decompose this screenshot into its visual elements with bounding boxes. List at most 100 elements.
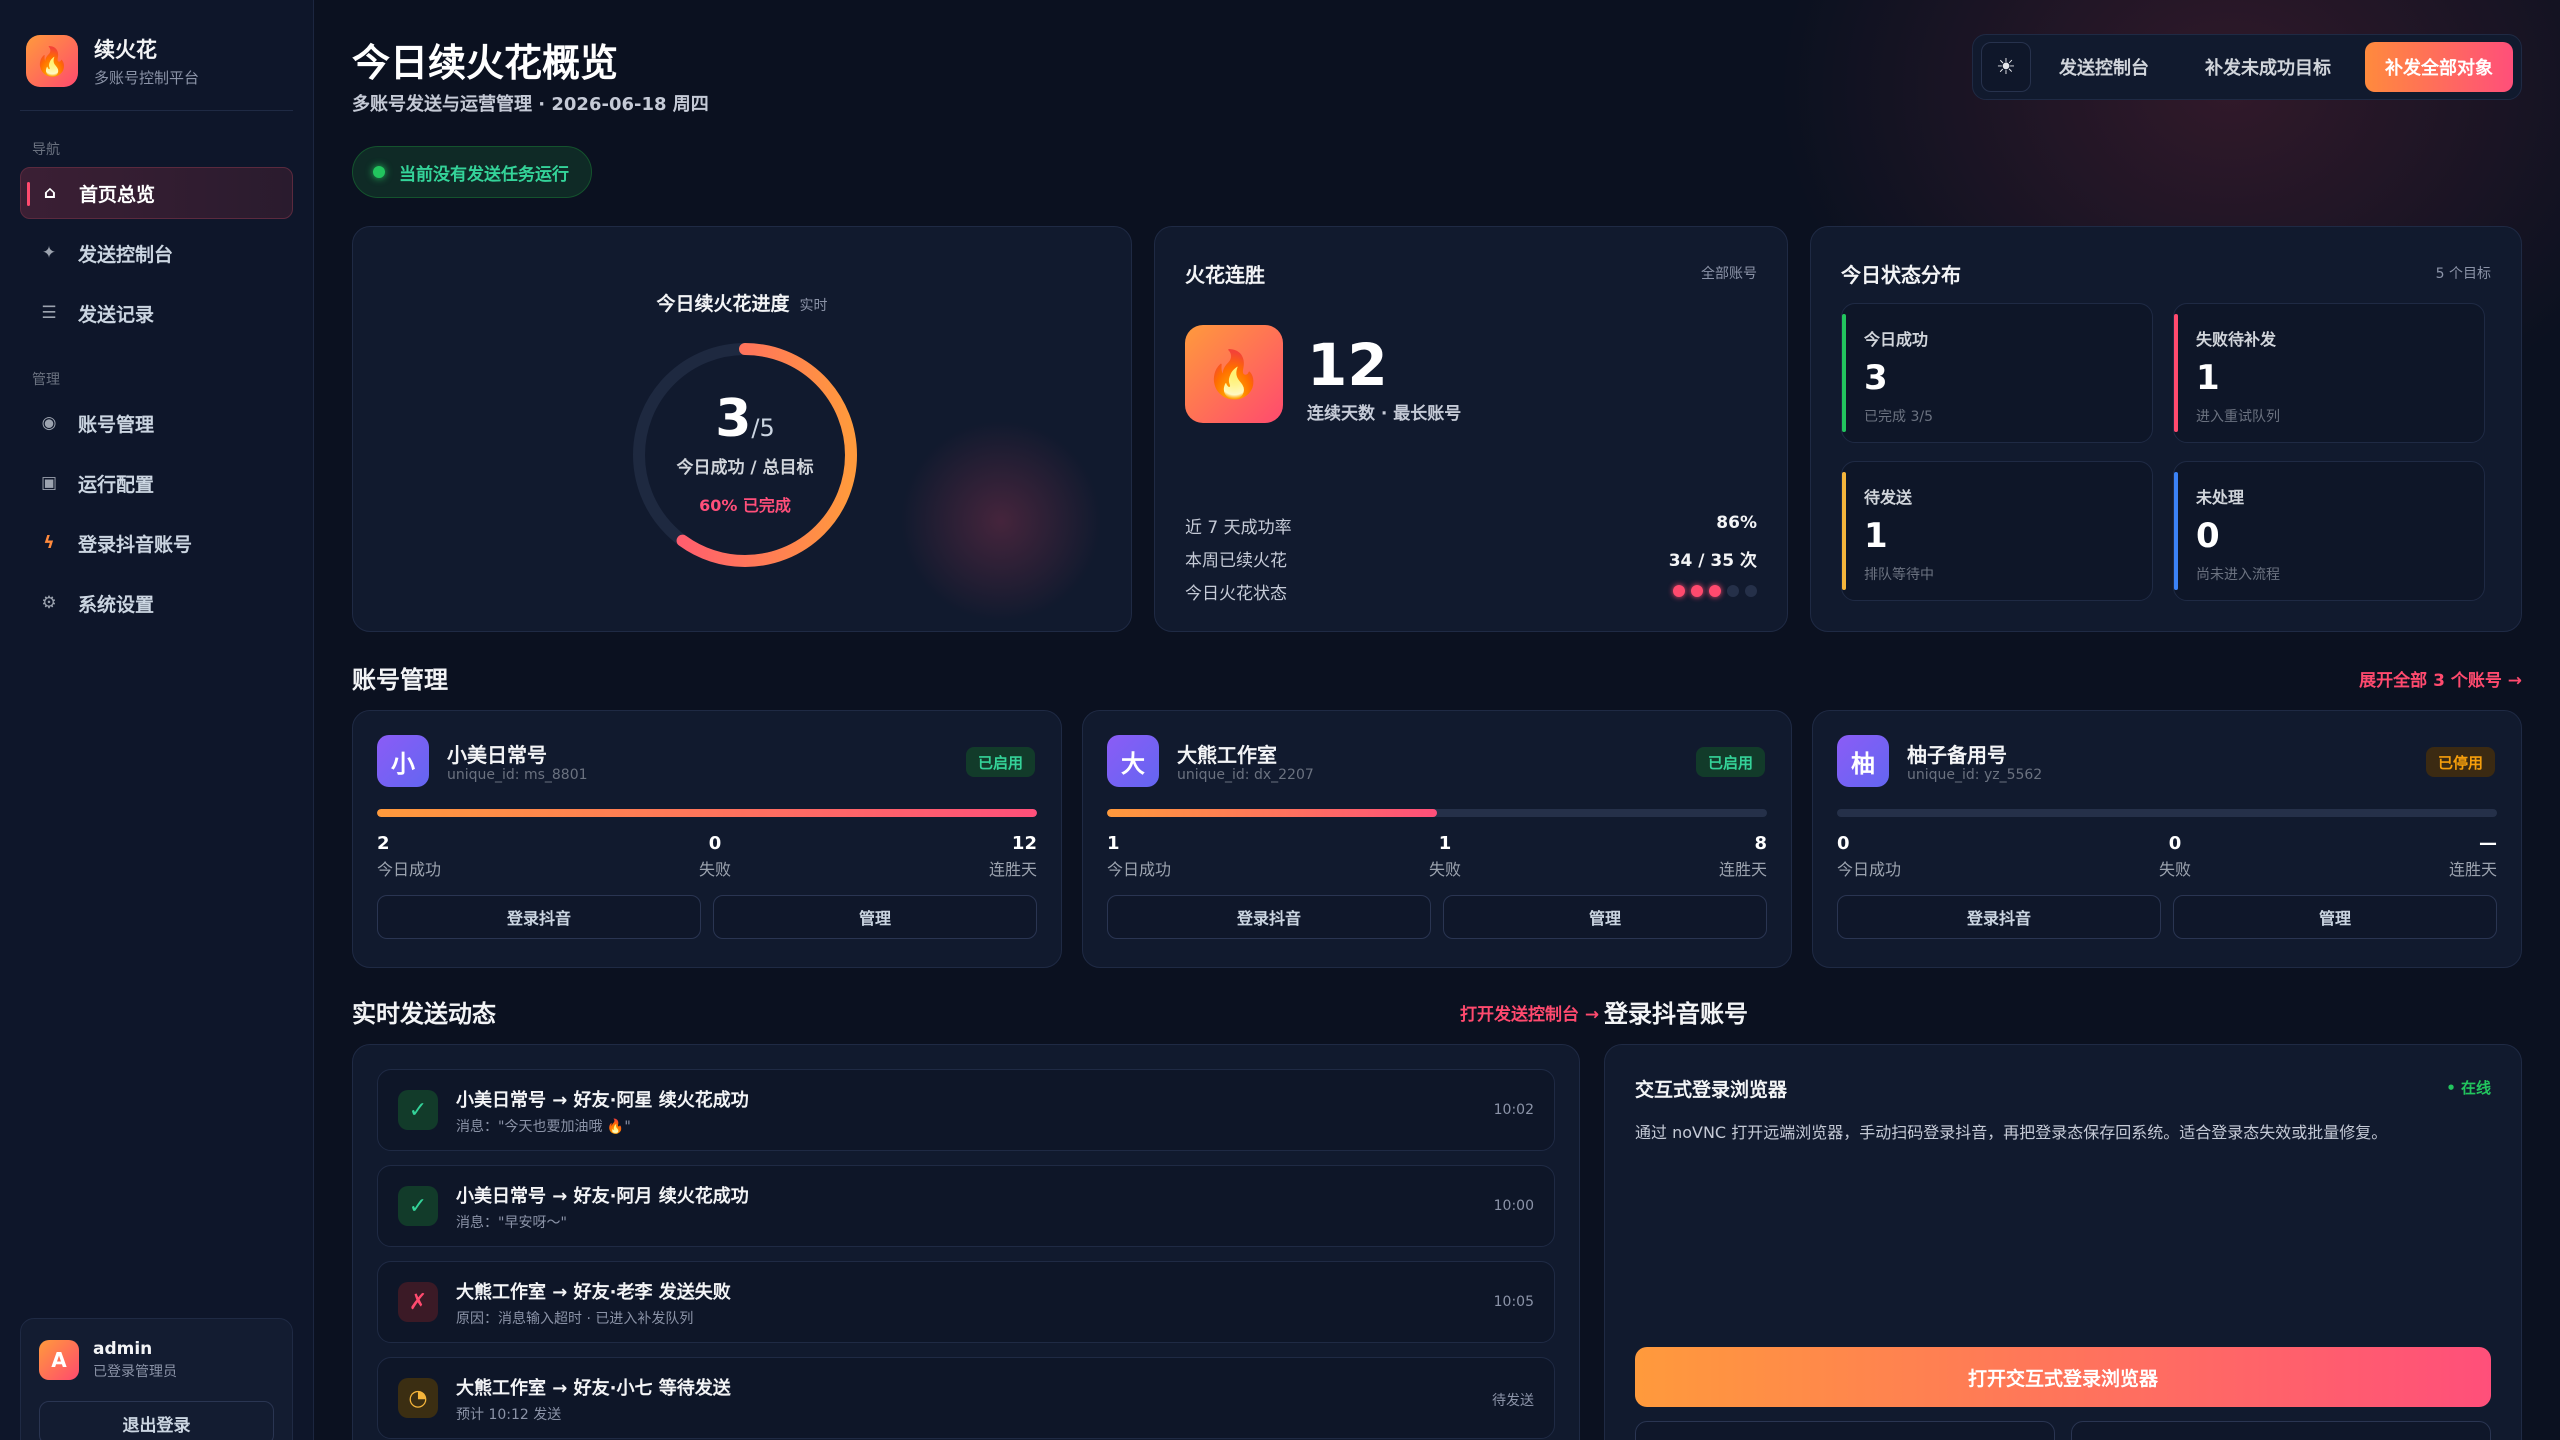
stat-row-week-count: 本周已续火花 34 / 35 次 xyxy=(1185,546,1757,571)
login-browser-card: 交互式登录浏览器 • 在线 通过 noVNC 打开远端浏览器，手动扫码登录抖音，… xyxy=(1604,1044,2522,1440)
stat-value: 34 / 35 次 xyxy=(1668,551,1757,571)
sidebar-item-config[interactable]: ▣ 运行配置 xyxy=(20,457,293,509)
streak-card: 火花连胜 全部账号 🔥 12 连续天数 · 最长账号 近 7 天成功率 86% … xyxy=(1154,226,1788,632)
tile-label: 待发送 xyxy=(1864,488,1913,507)
flame-status-dot xyxy=(1691,585,1703,597)
secondary-buttons xyxy=(1635,1421,2491,1440)
streak-label: 连续天数 · 最长账号 xyxy=(1307,404,1462,424)
online-status: • 在线 xyxy=(2446,1079,2491,1097)
user-name: admin xyxy=(93,1339,153,1359)
login-douyin-button[interactable]: 登录抖音 xyxy=(377,895,701,939)
activity-feed: ✓ 小美日常号 → 好友·阿星 续火花成功 消息："今天也要加油哦 🔥" 10:… xyxy=(352,1044,1580,1440)
brand[interactable]: 🔥 续火花 多账号控制平台 xyxy=(0,0,313,88)
progress-title: 今日续火花进度 实时 xyxy=(353,289,1131,316)
success-count: 1 xyxy=(1107,833,1120,854)
streak-days: 12 xyxy=(1307,331,1388,399)
streak-label: 连胜天 xyxy=(988,860,1037,879)
login-douyin-button[interactable]: 登录抖音 xyxy=(1837,895,2161,939)
open-login-browser-button[interactable]: 打开交互式登录浏览器 xyxy=(1635,1347,2491,1407)
login-section-title: 登录抖音账号 xyxy=(1604,1000,1748,1028)
tile-sub: 已完成 3/5 xyxy=(1864,409,1933,425)
status-badge: 已停用 xyxy=(2425,747,2495,777)
status-tile-success[interactable]: 今日成功 3 已完成 3/5 xyxy=(1841,303,2153,443)
avatar: A xyxy=(39,1340,79,1380)
account-name: 小美日常号 xyxy=(447,743,547,767)
cross-icon: ✗ xyxy=(398,1282,438,1322)
manage-section-label: 管理 xyxy=(32,372,60,388)
progress-value: 3/5 xyxy=(625,389,865,449)
manage-button[interactable]: 管理 xyxy=(1443,895,1767,939)
open-console-link[interactable]: 打开发送控制台 → xyxy=(1460,1000,1599,1025)
toolbar: ☀ 发送控制台 补发未成功目标 补发全部对象 xyxy=(1972,34,2522,100)
send-console-button[interactable]: 发送控制台 xyxy=(2031,42,2177,92)
user-role: 已登录管理员 xyxy=(93,1364,177,1380)
theme-toggle-sun-icon[interactable]: ☀ xyxy=(1981,42,2031,92)
stat-label: 今日火花状态 xyxy=(1185,584,1287,604)
sidebar-item-console[interactable]: ✦ 发送控制台 xyxy=(20,227,293,279)
retry-failed-button[interactable]: 补发未成功目标 xyxy=(2177,42,2359,92)
sidebar-item-label: 发送记录 xyxy=(78,303,155,326)
login-douyin-button[interactable]: 登录抖音 xyxy=(1107,895,1431,939)
list-item[interactable]: ✓ 小美日常号 → 好友·阿月 续火花成功 消息："早安呀～" 10:00 xyxy=(377,1165,1555,1247)
flame-icon: 🔥 xyxy=(1185,325,1283,423)
brand-name: 续火花 xyxy=(94,38,157,62)
manage-button[interactable]: 管理 xyxy=(713,895,1037,939)
user-dot-icon: ◉ xyxy=(41,413,57,433)
progress-percent-value: 60% xyxy=(699,496,738,515)
retry-all-button[interactable]: 补发全部对象 xyxy=(2365,42,2513,92)
sidebar-item-label: 登录抖音账号 xyxy=(78,533,193,556)
home-icon: ⌂ xyxy=(43,183,57,203)
sidebar-item-label: 系统设置 xyxy=(78,593,155,616)
secondary-button[interactable] xyxy=(2071,1421,2491,1440)
status-tile-pending[interactable]: 待发送 1 排队等待中 xyxy=(1841,461,2153,601)
manage-button[interactable]: 管理 xyxy=(2173,895,2497,939)
fail-label: 失败 xyxy=(1428,860,1461,879)
account-progress-bar xyxy=(1107,809,1767,817)
account-card: 柚 柚子备用号 unique_id: yz_5562 已停用 0 今日成功 0 失败… xyxy=(1812,710,2522,968)
progress-title-text: 今日续火花进度 xyxy=(656,293,790,315)
config-icon: ▣ xyxy=(40,473,58,493)
sparkle-icon: ✦ xyxy=(41,243,57,263)
account-stats: 1 今日成功 1 失败 8 连胜天 xyxy=(1107,833,1767,880)
sidebar-item-home[interactable]: ⌂ 首页总览 xyxy=(20,167,293,219)
status-badge: 已启用 xyxy=(1695,747,1765,777)
status-tile-failed[interactable]: 失败待补发 1 进入重试队列 xyxy=(2173,303,2485,443)
tile-value: 1 xyxy=(2196,358,2220,398)
progress-fill xyxy=(377,809,1037,817)
list-item[interactable]: ✓ 小美日常号 → 好友·阿星 续火花成功 消息："今天也要加油哦 🔥" 10:… xyxy=(377,1069,1555,1151)
tile-sub: 尚未进入流程 xyxy=(2196,567,2280,583)
list-item[interactable]: ◔ 大熊工作室 → 好友·小七 等待发送 预计 10:12 发送 待发送 xyxy=(377,1357,1555,1439)
status-tile-unprocessed[interactable]: 未处理 0 尚未进入流程 xyxy=(2173,461,2485,601)
sidebar-item-label: 发送控制台 xyxy=(78,243,174,266)
distribution-count: 5 个目标 xyxy=(2435,266,2491,282)
brand-subtitle: 多账号控制平台 xyxy=(94,69,200,87)
account-name: 大熊工作室 xyxy=(1177,743,1277,767)
list-item[interactable]: ✗ 大熊工作室 → 好友·老李 发送失败 原因：消息输入超时 · 已进入补发队列… xyxy=(377,1261,1555,1343)
account-uid: unique_id: yz_5562 xyxy=(1907,767,2043,783)
fail-label: 失败 xyxy=(2158,860,2191,879)
success-label: 今日成功 xyxy=(1107,860,1172,879)
ring-center: 3/5 今日成功 / 总目标 60% 已完成 xyxy=(625,389,865,516)
gear-icon: ⚙ xyxy=(41,593,57,613)
expand-accounts-link[interactable]: 展开全部 3 个账号 → xyxy=(2359,666,2522,691)
activity-title: 小美日常号 → 好友·阿星 续火花成功 xyxy=(456,1090,749,1111)
sidebar-item-accounts[interactable]: ◉ 账号管理 xyxy=(20,397,293,449)
sidebar-item-settings[interactable]: ⚙ 系统设置 xyxy=(20,577,293,629)
status-text: 当前没有发送任务运行 xyxy=(399,164,569,185)
success-label: 今日成功 xyxy=(377,860,442,879)
avatar: 小 xyxy=(377,735,429,787)
activity-title: 大熊工作室 → 好友·老李 发送失败 xyxy=(456,1282,731,1303)
user-card: A admin 已登录管理员 退出登录 xyxy=(20,1318,293,1440)
status-badge: 已启用 xyxy=(965,747,1035,777)
sidebar-item-label: 首页总览 xyxy=(79,183,156,206)
logout-button[interactable]: 退出登录 xyxy=(39,1401,274,1440)
avatar: 柚 xyxy=(1837,735,1889,787)
sidebar-item-records[interactable]: ☰ 发送记录 xyxy=(20,287,293,339)
sidebar-item-douyin-login[interactable]: ϟ 登录抖音账号 xyxy=(20,517,293,569)
secondary-button[interactable] xyxy=(1635,1421,2055,1440)
success-count: 0 xyxy=(1837,833,1850,854)
activity-sub: 消息："今天也要加油哦 🔥" xyxy=(456,1119,631,1135)
sidebar-item-label: 运行配置 xyxy=(78,473,155,496)
streak-scope: 全部账号 xyxy=(1701,266,1757,282)
activity-time: 待发送 xyxy=(1492,1393,1534,1409)
